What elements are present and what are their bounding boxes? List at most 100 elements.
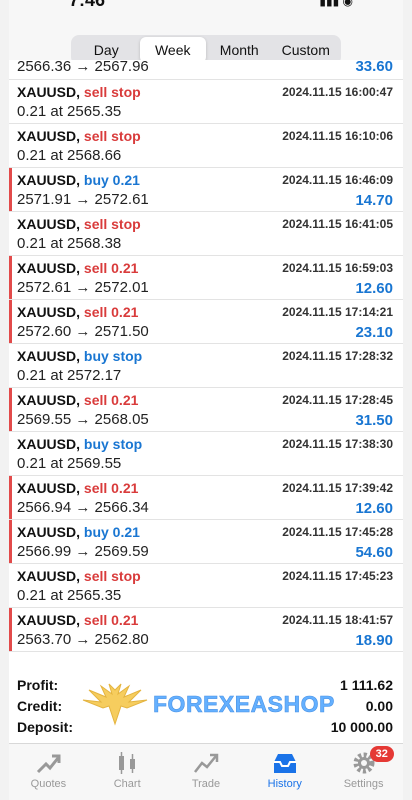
symbol-text: XAUUSD, xyxy=(17,172,81,188)
list-item-partial[interactable]: 2566.36 → 2567.96 33.60 xyxy=(9,60,403,80)
list-item[interactable]: XAUUSD, buy stop 2024.11.15 17:28:32 0.21 … xyxy=(9,344,403,388)
trade-icon xyxy=(193,753,219,773)
symbol-text: XAUUSD, xyxy=(17,480,81,496)
timestamp: 2024.11.15 17:45:28 xyxy=(282,525,393,539)
symbol-label: XAUUSD, buy 0.21 xyxy=(17,524,140,540)
list-item[interactable]: XAUUSD, sell stop 2024.11.15 16:41:05 0.21… xyxy=(9,212,403,256)
order-detail: 0.21 at 2572.17 xyxy=(17,367,122,384)
symbol-label: XAUUSD, sell stop xyxy=(17,128,141,144)
symbol-text: XAUUSD, xyxy=(17,612,81,628)
list-item[interactable]: XAUUSD, sell stop 2024.11.15 16:00:47 0.21… xyxy=(9,80,403,124)
watermark: FOREXEASHOP xyxy=(79,680,339,728)
profit-value: 12.60 xyxy=(355,280,393,297)
chart-icon xyxy=(119,752,136,774)
symbol-label: XAUUSD, sell stop xyxy=(17,84,141,100)
deposit-label: Deposit: xyxy=(17,719,73,735)
order-action: sell stop xyxy=(83,84,141,100)
quotes-icon xyxy=(37,754,61,774)
order-action: buy stop xyxy=(83,436,143,452)
timestamp: 2024.11.15 16:59:03 xyxy=(282,261,393,275)
symbol-label: XAUUSD, sell 0.21 xyxy=(17,480,138,496)
symbol-text: XAUUSD, xyxy=(17,568,81,584)
timestamp: 2024.11.15 18:41:57 xyxy=(282,613,393,627)
tab-chart-label: Chart xyxy=(113,778,141,790)
list-item[interactable]: XAUUSD, buy 0.21 2024.11.15 16:46:09 2571.… xyxy=(9,168,403,212)
profit-value: 33.60 xyxy=(355,60,393,75)
tab-history[interactable]: History xyxy=(245,744,324,800)
profit-label: Profit: xyxy=(17,677,59,693)
list-item[interactable]: XAUUSD, buy 0.21 2024.11.15 17:45:28 2566.… xyxy=(9,520,403,564)
app-frame: 7:46 ▮▮▮ ◉ Day Week Month Custom 2566.36… xyxy=(0,0,412,800)
order-detail: 2563.70 → 2562.80 xyxy=(17,631,149,648)
timestamp: 2024.11.15 17:28:32 xyxy=(282,349,393,363)
profit-value: 14.70 xyxy=(355,192,393,209)
history-list[interactable]: 2566.36 → 2567.96 33.60 XAUUSD, sell sto… xyxy=(9,60,403,652)
profit-value: 54.60 xyxy=(355,544,393,561)
tab-history-label: History xyxy=(267,778,302,790)
order-detail: 2572.61 → 2572.01 xyxy=(17,279,149,296)
order-detail: 2569.55 → 2568.05 xyxy=(17,411,149,428)
settings-badge: 32 xyxy=(369,746,394,762)
tab-trade[interactable]: Trade xyxy=(167,744,246,800)
order-action: sell 0.21 xyxy=(83,304,139,320)
symbol-text: XAUUSD, xyxy=(17,436,81,452)
bottom-tab-bar: Quotes Chart Trade History Settings 32 xyxy=(9,743,403,800)
list-item[interactable]: XAUUSD, sell 0.21 2024.11.15 17:14:21 2572… xyxy=(9,300,403,344)
order-action: sell 0.21 xyxy=(83,392,139,408)
order-detail: 0.21 at 2568.66 xyxy=(17,147,122,164)
order-detail: 0.21 at 2568.38 xyxy=(17,235,122,252)
order-action: sell 0.21 xyxy=(83,260,139,276)
symbol-text: XAUUSD, xyxy=(17,84,81,100)
order-detail: 2571.91 → 2572.61 xyxy=(17,191,149,208)
list-item[interactable]: XAUUSD, sell stop 2024.11.15 17:45:23 0.21… xyxy=(9,564,403,608)
tab-settings[interactable]: Settings 32 xyxy=(324,744,403,800)
order-detail: 0.21 at 2565.35 xyxy=(17,103,122,120)
symbol-text: XAUUSD, xyxy=(17,348,81,364)
order-action: sell 0.21 xyxy=(83,612,139,628)
order-action: buy stop xyxy=(83,348,143,364)
symbol-label: XAUUSD, sell 0.21 xyxy=(17,612,138,628)
history-icon xyxy=(273,754,296,773)
watermark-text: FOREXEASHOP xyxy=(153,690,335,717)
timestamp: 2024.11.15 17:28:45 xyxy=(282,393,393,407)
timestamp: 2024.11.15 17:39:42 xyxy=(282,481,393,495)
list-item[interactable]: XAUUSD, buy stop 2024.11.15 17:38:30 0.21 … xyxy=(9,432,403,476)
list-item[interactable]: XAUUSD, sell 0.21 2024.11.15 17:39:42 2566… xyxy=(9,476,403,520)
order-action: sell 0.21 xyxy=(83,480,139,496)
list-item[interactable]: XAUUSD, sell stop 2024.11.15 16:10:06 0.21… xyxy=(9,124,403,168)
profit-total: 1 111.62 xyxy=(340,677,393,693)
status-time: 7:46 xyxy=(69,0,106,10)
deposit-value: 10 000.00 xyxy=(330,719,393,735)
order-detail: 0.21 at 2569.55 xyxy=(17,455,122,472)
symbol-label: XAUUSD, sell 0.21 xyxy=(17,392,138,408)
tab-settings-label: Settings xyxy=(343,778,384,790)
symbol-text: XAUUSD, xyxy=(17,216,81,232)
list-item[interactable]: XAUUSD, sell 0.21 2024.11.15 18:41:57 2563… xyxy=(9,608,403,652)
timestamp: 2024.11.15 17:14:21 xyxy=(282,305,393,319)
signal-icon: ▮▮▮ ◉ xyxy=(319,0,353,8)
timestamp: 2024.11.15 16:46:09 xyxy=(282,173,393,187)
credit-label: Credit: xyxy=(17,698,63,714)
price-range: 2566.36 → 2567.96 xyxy=(17,60,149,75)
tab-quotes[interactable]: Quotes xyxy=(9,744,88,800)
profit-value: 12.60 xyxy=(355,500,393,517)
eagle-logo-icon xyxy=(82,683,148,726)
list-item[interactable]: XAUUSD, sell 0.21 2024.11.15 17:28:45 2569… xyxy=(9,388,403,432)
symbol-text: XAUUSD, xyxy=(17,128,81,144)
credit-value: 0.00 xyxy=(365,698,393,714)
timestamp: 2024.11.15 16:10:06 xyxy=(282,129,393,143)
order-detail: 2572.60 → 2571.50 xyxy=(17,323,149,340)
profit-value: 23.10 xyxy=(355,324,393,341)
status-bar: 7:46 ▮▮▮ ◉ xyxy=(9,0,403,28)
symbol-text: XAUUSD, xyxy=(17,304,81,320)
order-detail: 2566.94 → 2566.34 xyxy=(17,499,149,516)
tab-chart[interactable]: Chart xyxy=(88,744,167,800)
profit-value: 31.50 xyxy=(355,412,393,429)
order-action: buy 0.21 xyxy=(83,172,140,188)
symbol-label: XAUUSD, buy 0.21 xyxy=(17,172,140,188)
symbol-label: XAUUSD, sell stop xyxy=(17,216,141,232)
list-item[interactable]: XAUUSD, sell 0.21 2024.11.15 16:59:03 2572… xyxy=(9,256,403,300)
order-action: sell stop xyxy=(83,568,141,584)
order-detail: 2566.99 → 2569.59 xyxy=(17,543,149,560)
order-detail: 0.21 at 2565.35 xyxy=(17,587,122,604)
